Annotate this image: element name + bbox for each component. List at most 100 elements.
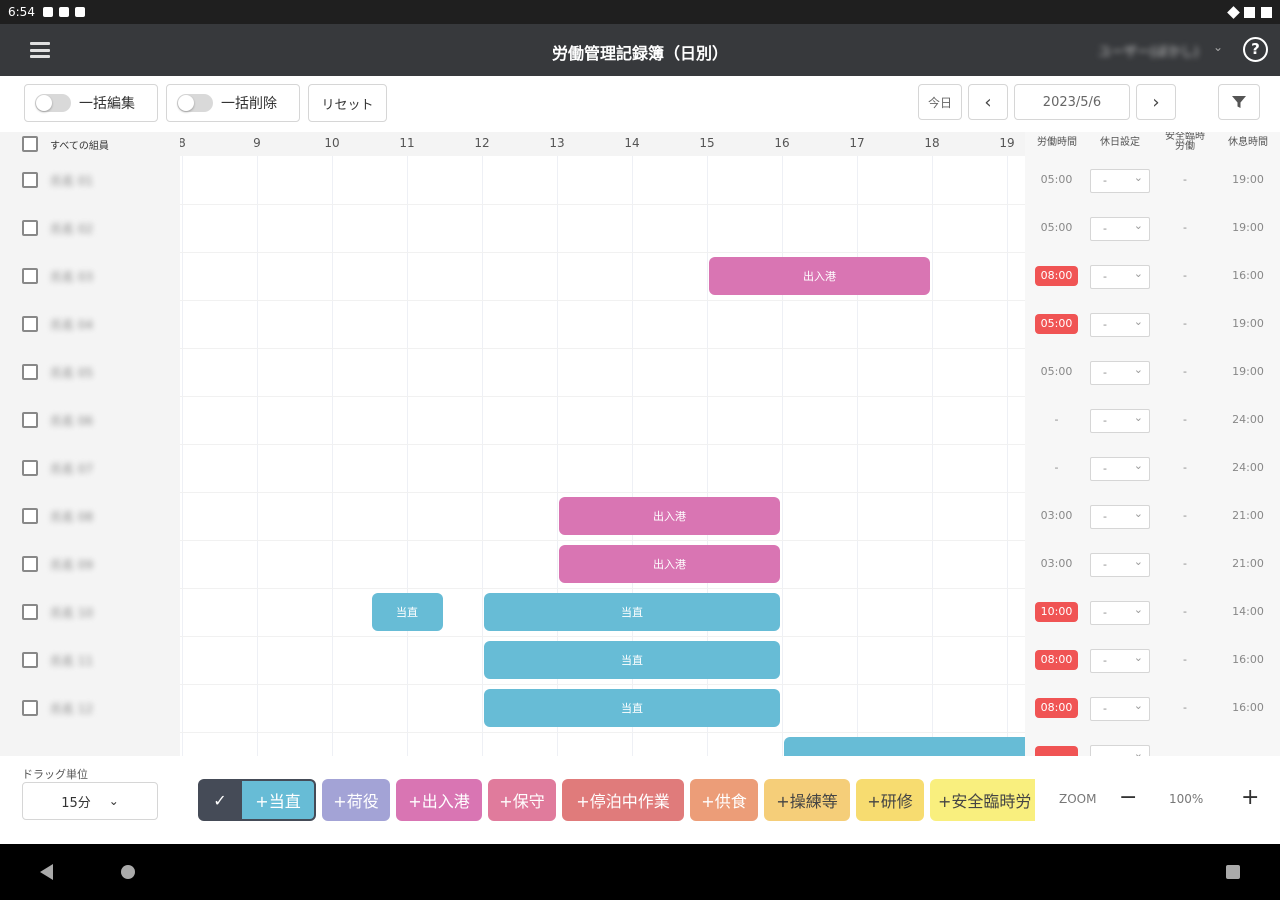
holiday-select[interactable]: - xyxy=(1090,215,1150,241)
row-checkbox[interactable] xyxy=(22,364,38,380)
schedule-bar[interactable] xyxy=(784,737,1025,756)
summary-row: 05:00--19:00 xyxy=(1025,300,1280,348)
holiday-select[interactable]: - xyxy=(1090,743,1150,756)
toolbar: 一括編集 一括削除 リセット 今日 ‹ 2023/5/6 › xyxy=(0,76,1280,132)
row-checkbox[interactable] xyxy=(22,652,38,668)
bulk-edit-toggle[interactable]: 一括編集 xyxy=(24,84,158,122)
prev-day-button[interactable]: ‹ xyxy=(968,84,1008,120)
activity-chip[interactable]: +保守 xyxy=(488,779,556,821)
crew-row[interactable]: 氏名 02 xyxy=(0,204,180,252)
holiday-select[interactable]: - xyxy=(1090,263,1150,289)
row-checkbox[interactable] xyxy=(22,556,38,572)
date-field[interactable]: 2023/5/6 xyxy=(1014,84,1130,120)
work-time-header: 労働時間 xyxy=(1037,137,1077,148)
summary-row: - - - 24:00 xyxy=(1025,396,1280,444)
activity-chip[interactable]: +荷役 xyxy=(322,779,390,821)
crew-row[interactable]: 氏名 11 xyxy=(0,636,180,684)
toggle-switch[interactable] xyxy=(35,94,71,112)
home-icon[interactable] xyxy=(121,865,135,879)
help-icon[interactable]: ? xyxy=(1243,37,1268,62)
schedule-bar[interactable]: 当直 xyxy=(484,689,780,727)
activity-chip[interactable]: +研修 xyxy=(856,779,924,821)
select-all-row[interactable]: すべての組員 xyxy=(0,132,180,156)
toggle-switch[interactable] xyxy=(177,94,213,112)
back-icon[interactable] xyxy=(40,864,53,880)
summary-row: 08:00--16:00 xyxy=(1025,252,1280,300)
holiday-select[interactable]: - xyxy=(1090,599,1150,625)
hour-label: 11 xyxy=(399,136,415,150)
holiday-select[interactable]: - xyxy=(1090,503,1150,529)
schedule-bar[interactable]: 出入港 xyxy=(559,497,780,535)
row-checkbox[interactable] xyxy=(22,460,38,476)
holiday-select[interactable]: - xyxy=(1090,647,1150,673)
activity-chip[interactable]: +出入港 xyxy=(396,779,482,821)
hour-label: 15 xyxy=(699,136,715,150)
work-time-value: 05:00 xyxy=(1035,314,1078,334)
filter-button[interactable] xyxy=(1218,84,1260,120)
schedule-bar[interactable]: 出入港 xyxy=(559,545,780,583)
crew-row[interactable]: 氏名 07 xyxy=(0,444,180,492)
bulk-delete-toggle[interactable]: 一括削除 xyxy=(166,84,300,122)
emergency-value: - xyxy=(1183,605,1187,618)
schedule-bar[interactable]: 当直 xyxy=(484,593,780,631)
row-checkbox[interactable] xyxy=(22,220,38,236)
crew-row[interactable]: 氏名 04 xyxy=(0,300,180,348)
hour-gridline xyxy=(332,156,333,756)
next-day-button[interactable]: › xyxy=(1136,84,1176,120)
holiday-select[interactable]: - xyxy=(1090,455,1150,481)
row-checkbox[interactable] xyxy=(22,268,38,284)
row-checkbox[interactable] xyxy=(22,508,38,524)
emergency-value: - xyxy=(1183,221,1187,234)
hour-label: 14 xyxy=(624,136,640,150)
user-name[interactable]: ユーザー(ぼかし) xyxy=(1098,41,1199,60)
activity-chip[interactable]: +安全臨時労 xyxy=(930,779,1035,821)
row-checkbox[interactable] xyxy=(22,412,38,428)
crew-row[interactable]: 氏名 06 xyxy=(0,396,180,444)
schedule-bar[interactable]: 当直 xyxy=(484,641,780,679)
holiday-select[interactable]: - xyxy=(1090,167,1150,193)
today-button[interactable]: 今日 xyxy=(918,84,962,120)
select-all-checkbox[interactable] xyxy=(22,136,38,152)
zoom-out-button[interactable]: − xyxy=(1119,785,1137,810)
crew-row[interactable]: 氏名 08 xyxy=(0,492,180,540)
check-icon[interactable]: ✓ xyxy=(198,779,242,821)
holiday-select[interactable]: - xyxy=(1090,551,1150,577)
holiday-select[interactable]: - xyxy=(1090,695,1150,721)
row-gridline xyxy=(180,396,1025,397)
status-time: 6:54 xyxy=(8,5,35,19)
hour-gridline xyxy=(407,156,408,756)
crew-row[interactable]: 氏名 05 xyxy=(0,348,180,396)
schedule-bar[interactable]: 出入港 xyxy=(709,257,930,295)
schedule-bar[interactable]: 当直 xyxy=(371,593,443,631)
rest-time-value: 21:00 xyxy=(1232,557,1264,570)
row-gridline xyxy=(180,588,1025,589)
chevron-down-icon[interactable]: ⌄ xyxy=(1213,40,1223,54)
crew-row[interactable]: 氏名 12 xyxy=(0,684,180,732)
row-checkbox[interactable] xyxy=(22,700,38,716)
summary-columns: 労働時間 休日設定 安全臨時 労働 休息時間 05:00--19:0005:00… xyxy=(1025,132,1280,756)
crew-row[interactable]: 氏名 03 xyxy=(0,252,180,300)
emergency-value: - xyxy=(1183,653,1187,666)
activity-chip[interactable]: +当直 xyxy=(242,779,316,821)
holiday-select[interactable]: - xyxy=(1090,359,1150,385)
timeline-grid[interactable]: 8 9 10 11 12 13 14 15 16 17 18 19 出入港 出入港 出入港 当直 当直 当直 当直 xyxy=(180,132,1025,756)
row-checkbox[interactable] xyxy=(22,316,38,332)
summary-row: 08:00--16:00 xyxy=(1025,684,1280,732)
reset-button[interactable]: リセット xyxy=(308,84,387,122)
recents-icon[interactable] xyxy=(1226,865,1240,879)
holiday-select[interactable]: - xyxy=(1090,407,1150,433)
row-gridline xyxy=(180,444,1025,445)
activity-chip[interactable]: +操練等 xyxy=(764,779,850,821)
activity-chip[interactable]: +供食 xyxy=(690,779,758,821)
crew-row[interactable]: 氏名 10 xyxy=(0,588,180,636)
crew-row[interactable]: 氏名 01 xyxy=(0,156,180,204)
work-time-value xyxy=(1035,746,1078,756)
zoom-in-button[interactable]: + xyxy=(1241,785,1259,810)
row-gridline xyxy=(180,300,1025,301)
activity-chip[interactable]: +停泊中作業 xyxy=(562,779,684,821)
row-checkbox[interactable] xyxy=(22,172,38,188)
row-checkbox[interactable] xyxy=(22,604,38,620)
drag-unit-select[interactable]: 15分 ⌄ xyxy=(22,782,158,820)
holiday-select[interactable]: - xyxy=(1090,311,1150,337)
crew-row[interactable]: 氏名 09 xyxy=(0,540,180,588)
